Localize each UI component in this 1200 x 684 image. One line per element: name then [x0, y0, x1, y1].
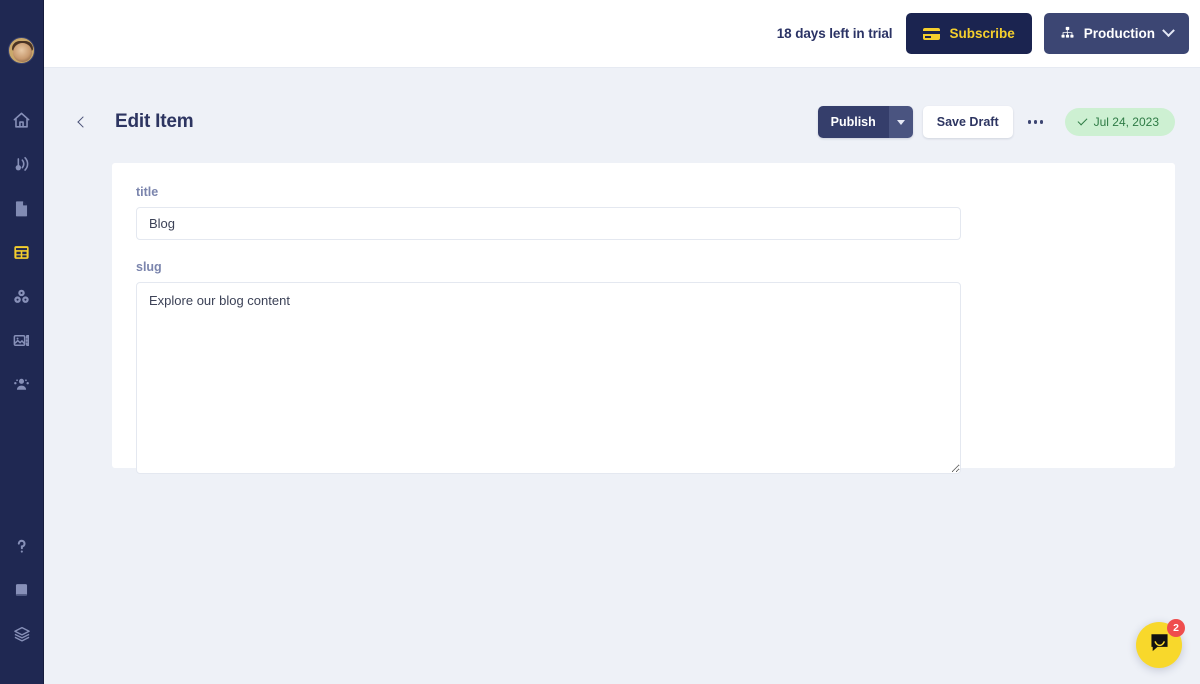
sidebar-item-users[interactable] [0, 362, 44, 406]
avatar-face [13, 43, 32, 62]
status-badge: Jul 24, 2023 [1064, 108, 1175, 136]
document-icon [12, 199, 31, 218]
sidebar-item-docs[interactable] [0, 568, 44, 612]
field-title: title [112, 185, 1175, 240]
sidebar-item-broadcasts[interactable] [0, 142, 44, 186]
ellipsis-icon [1039, 120, 1044, 124]
caret-down-icon [896, 119, 905, 125]
title-input[interactable] [136, 207, 961, 240]
avatar[interactable] [8, 37, 35, 64]
check-icon [1077, 115, 1088, 126]
environment-selector-button[interactable]: Production [1043, 13, 1189, 54]
sidebar-primary-nav [0, 98, 44, 406]
sidebar-item-help[interactable] [0, 524, 44, 568]
home-icon [12, 111, 31, 130]
ellipsis-icon [1033, 120, 1038, 124]
publish-button[interactable]: Publish [817, 106, 889, 138]
trial-status-text: 18 days left in trial [776, 26, 893, 41]
back-button[interactable] [72, 111, 94, 133]
intercom-launcher-button[interactable]: 2 [1136, 619, 1185, 668]
sidebar-item-media[interactable] [0, 318, 44, 362]
blocks-icon [12, 287, 31, 306]
sidebar-item-collections[interactable] [0, 230, 44, 274]
media-images-icon [12, 331, 31, 350]
users-icon [12, 375, 31, 394]
chat-bubble-icon [1148, 631, 1171, 659]
intercom-unread-badge: 2 [1167, 619, 1185, 637]
table-grid-icon [12, 243, 31, 262]
app-root: 18 days left in trial Subscribe Producti… [0, 0, 1200, 684]
megaphone-icon [12, 155, 31, 174]
slug-textarea[interactable] [136, 282, 961, 474]
publish-dropdown-button[interactable] [888, 106, 913, 138]
main-region: 18 days left in trial Subscribe Producti… [44, 0, 1200, 684]
ellipsis-icon [1028, 120, 1032, 124]
sidebar [0, 0, 44, 684]
sidebar-item-home[interactable] [0, 98, 44, 142]
page-title: Edit Item [115, 111, 194, 132]
more-options-button[interactable] [1020, 106, 1052, 138]
field-label-slug: slug [136, 260, 162, 274]
environment-label: Production [1083, 26, 1155, 41]
chevron-left-icon [77, 116, 89, 128]
sidebar-item-documents[interactable] [0, 186, 44, 230]
top-bar: 18 days left in trial Subscribe Producti… [44, 0, 1200, 68]
page-header-actions: Publish Save Draft Jul 24, 2023 [817, 106, 1175, 138]
credit-card-icon [923, 27, 941, 40]
subscribe-button-label: Subscribe [949, 26, 1015, 41]
save-draft-button[interactable]: Save Draft [922, 106, 1013, 138]
field-slug: slug [112, 260, 1175, 474]
field-label-title: title [136, 185, 159, 199]
status-badge-label: Jul 24, 2023 [1093, 115, 1159, 129]
publish-button-group: Publish [817, 106, 913, 138]
help-question-icon [12, 537, 31, 556]
subscribe-button[interactable]: Subscribe [906, 13, 1032, 54]
sidebar-secondary-nav [0, 524, 44, 656]
edit-item-form-card: title slug [112, 163, 1175, 474]
sidebar-item-layers[interactable] [0, 612, 44, 656]
sitemap-icon [1060, 25, 1075, 43]
page-header: Edit Item Publish Save Draft Jul 24, 202… [44, 94, 1200, 150]
chevron-down-icon [1162, 24, 1175, 38]
layers-stack-icon [12, 624, 32, 644]
book-icon [12, 581, 31, 600]
sidebar-item-components[interactable] [0, 274, 44, 318]
